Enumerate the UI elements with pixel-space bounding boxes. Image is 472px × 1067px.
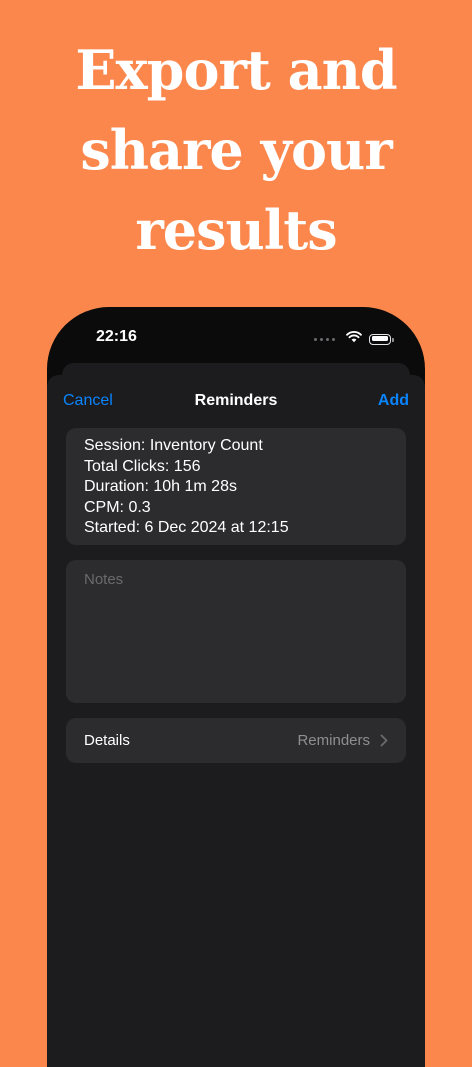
nav-bar: Cancel Reminders Add [47,375,425,427]
status-icons [314,330,394,348]
details-value: Reminders [297,732,370,749]
chevron-right-icon [380,734,388,747]
notes-input[interactable] [66,560,406,703]
wifi-icon [346,330,362,348]
summary-total-clicks: Total Clicks: 156 [84,457,201,475]
phone-frame: 22:16 Cancel Reminders Add Session: Inve… [47,307,425,1067]
session-summary-card: Session: Inventory Count Total Clicks: 1… [66,428,406,545]
details-row[interactable]: Details Reminders [66,718,406,763]
reminders-sheet: Cancel Reminders Add Session: Inventory … [47,375,425,1067]
headline-line-2: share your [80,118,392,182]
details-label: Details [84,732,130,749]
headline-line-1: Export and [75,38,397,102]
details-right: Reminders [297,732,388,749]
summary-duration: Duration: 10h 1m 28s [84,478,237,495]
headline: Export and share your results [0,30,472,270]
summary-started: Started: 6 Dec 2024 at 12:15 [84,519,289,536]
notes-card [66,560,406,703]
add-button[interactable]: Add [378,392,409,410]
headline-line-3: results [135,198,337,262]
summary-session: Session: Inventory Count [84,437,263,454]
cellular-dots-icon [314,337,335,341]
cancel-button[interactable]: Cancel [63,392,113,410]
battery-icon [369,333,394,345]
status-time: 22:16 [96,328,137,345]
status-bar: 22:16 [47,307,425,365]
summary-cpm: CPM: 0.3 [84,498,151,516]
